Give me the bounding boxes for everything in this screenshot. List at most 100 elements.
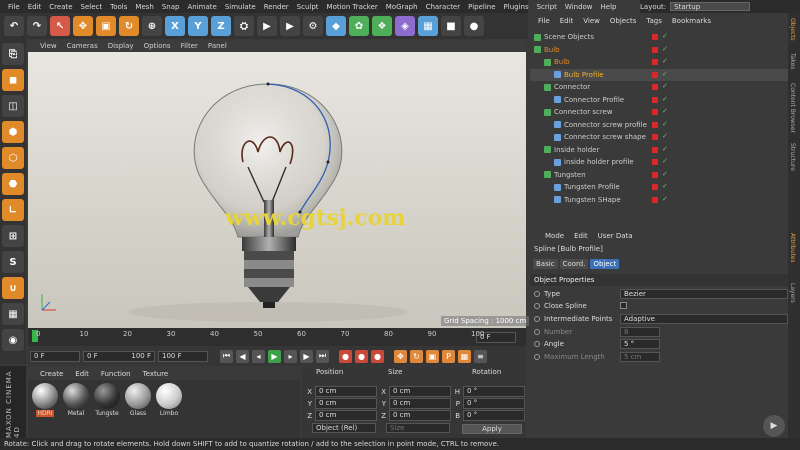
coord-position-field[interactable]: 0 cm xyxy=(315,410,377,421)
video-play-icon[interactable]: ▶ xyxy=(763,415,785,437)
key-pla-icon[interactable]: ▦ xyxy=(458,349,471,363)
materials-menu-create[interactable]: Create xyxy=(40,370,63,378)
side-tab-takes[interactable]: Takes xyxy=(789,53,796,69)
z-axis-toggle[interactable]: Z xyxy=(211,16,231,36)
array-icon[interactable]: ❖ xyxy=(372,16,392,36)
coord-rotation-field[interactable]: 0 ° xyxy=(463,398,525,409)
rotate-icon[interactable]: ↻ xyxy=(119,16,139,36)
object-enabled-check[interactable]: ✓ xyxy=(662,157,668,165)
move-icon[interactable]: ✥ xyxy=(73,16,93,36)
object-enabled-check[interactable]: ✓ xyxy=(662,132,668,140)
object-visibility-dot[interactable] xyxy=(652,184,658,190)
object-visibility-dot[interactable] xyxy=(652,171,658,178)
menu-item-help[interactable]: Help xyxy=(601,3,617,11)
menu-item-window[interactable]: Window xyxy=(565,3,593,11)
object-enabled-check[interactable]: ✓ xyxy=(662,120,668,128)
objects-menu-edit[interactable]: Edit xyxy=(560,17,574,25)
scale-icon[interactable]: ▣ xyxy=(96,16,116,36)
property-value[interactable]: Bezier xyxy=(620,289,788,299)
menu-item-script[interactable]: Script xyxy=(537,3,557,11)
workplane-icon[interactable]: ▦ xyxy=(2,303,24,325)
menu-item-plugins[interactable]: Plugins xyxy=(504,3,529,11)
coord-size-field[interactable]: 0 cm xyxy=(389,386,451,397)
magnet-icon[interactable]: ∪ xyxy=(2,277,24,299)
polygons-mode-icon[interactable]: ⬣ xyxy=(2,173,24,195)
object-row[interactable]: Connector Profile xyxy=(530,94,788,107)
prev-key-icon[interactable]: ◀ xyxy=(236,349,249,363)
material-swatch[interactable]: Limbo xyxy=(155,383,183,425)
materials-menu-function[interactable]: Function xyxy=(101,370,131,378)
live-selection-icon[interactable]: ↖ xyxy=(50,16,70,36)
object-enabled-check[interactable]: ✓ xyxy=(662,182,668,190)
object-visibility-dot[interactable] xyxy=(652,71,658,78)
key-rotation-icon[interactable]: ↻ xyxy=(410,349,423,363)
object-enabled-check[interactable]: ✓ xyxy=(662,195,668,203)
menu-item-snap[interactable]: Snap xyxy=(162,3,180,11)
menu-item-motion-tracker[interactable]: Motion Tracker xyxy=(327,3,378,11)
menu-item-animate[interactable]: Animate xyxy=(187,3,216,11)
deformer-icon[interactable]: ◈ xyxy=(395,16,415,36)
timeline-menu-icon[interactable]: ≡ xyxy=(474,349,487,363)
viewport[interactable] xyxy=(28,52,526,328)
object-row[interactable]: Connector screw shape xyxy=(530,131,788,144)
start-frame-field[interactable]: 0 F xyxy=(30,350,80,362)
object-row[interactable]: Connector xyxy=(530,81,788,94)
key-position-icon[interactable]: ✥ xyxy=(394,349,407,363)
object-row[interactable]: Bulb Profile xyxy=(530,68,788,81)
recent-tools-icon[interactable]: ⊕ xyxy=(142,16,162,36)
edges-mode-icon[interactable]: ⬡ xyxy=(2,147,24,169)
key-param-icon[interactable]: P xyxy=(442,349,455,363)
axis-mode-icon[interactable]: ∟ xyxy=(2,199,24,221)
cube-icon[interactable]: ◆ xyxy=(326,16,346,36)
object-enabled-check[interactable]: ✓ xyxy=(662,57,668,65)
property-value[interactable]: Adaptive xyxy=(620,314,788,324)
attribute-tab-coord[interactable]: Coord. xyxy=(559,259,589,269)
objects-menu-bookmarks[interactable]: Bookmarks xyxy=(672,17,711,25)
play-icon[interactable]: ▶ xyxy=(268,349,281,363)
object-row[interactable]: Bulb xyxy=(530,56,788,69)
keyframe-selection-icon[interactable]: ● xyxy=(371,349,384,363)
next-key-icon[interactable]: ▶ xyxy=(300,349,313,363)
material-swatch[interactable]: HDRI xyxy=(31,383,59,425)
object-visibility-dot[interactable] xyxy=(652,146,658,153)
menu-item-select[interactable]: Select xyxy=(81,3,103,11)
property-animate-dot[interactable] xyxy=(534,328,540,335)
tweak-icon[interactable]: ⊞ xyxy=(2,225,24,247)
coord-position-field[interactable]: 0 cm xyxy=(315,386,377,397)
texture-mode-icon[interactable]: ◫ xyxy=(2,95,24,117)
property-animate-dot[interactable] xyxy=(534,291,540,297)
object-row[interactable]: Inside holder xyxy=(530,144,788,157)
object-row[interactable]: Connector screw profile xyxy=(530,119,788,132)
y-axis-toggle[interactable]: Y xyxy=(188,16,208,36)
viewport-menu-options[interactable]: Options xyxy=(144,42,171,50)
property-value[interactable]: 5 ° xyxy=(620,339,660,349)
render-picture-viewer-icon[interactable]: ▶ xyxy=(280,16,300,36)
object-visibility-dot[interactable] xyxy=(652,159,658,165)
object-enabled-check[interactable]: ✓ xyxy=(662,82,668,90)
property-animate-dot[interactable] xyxy=(534,353,540,360)
lock-workplane-icon[interactable]: ◉ xyxy=(2,329,24,351)
object-enabled-check[interactable]: ✓ xyxy=(662,170,668,178)
redo-icon[interactable]: ↷ xyxy=(27,16,47,36)
side-tab-structure[interactable]: Structure xyxy=(789,143,796,171)
material-swatch[interactable]: Glass xyxy=(124,383,152,425)
object-row[interactable]: Tungsten Profile xyxy=(530,181,788,194)
materials-menu-texture[interactable]: Texture xyxy=(143,370,169,378)
menu-item-pipeline[interactable]: Pipeline xyxy=(468,3,495,11)
viewport-menu-display[interactable]: Display xyxy=(108,42,134,50)
autokey-icon[interactable]: ● xyxy=(355,349,368,363)
attribute-menu-user-data[interactable]: User Data xyxy=(598,232,633,240)
subdivision-icon[interactable]: ✿ xyxy=(349,16,369,36)
floor-icon[interactable]: ▦ xyxy=(418,16,438,36)
object-enabled-check[interactable]: ✓ xyxy=(662,70,668,78)
light-icon[interactable]: ● xyxy=(464,16,484,36)
side-tab-content-browser[interactable]: Content Browser xyxy=(789,83,796,133)
objects-menu-file[interactable]: File xyxy=(538,17,550,25)
timeline[interactable]: 0 F 0 10 20 30 40 50 60 70 80 90 100 xyxy=(28,328,526,346)
next-frame-icon[interactable]: ▸ xyxy=(284,349,297,363)
menu-item-mograph[interactable]: MoGraph xyxy=(386,3,418,11)
attribute-tab-object[interactable]: Object xyxy=(590,259,620,269)
object-enabled-check[interactable]: ✓ xyxy=(662,32,668,40)
render-settings-icon[interactable]: ⚙ xyxy=(303,16,323,36)
side-tab-attributes[interactable]: Attributes xyxy=(789,233,796,263)
